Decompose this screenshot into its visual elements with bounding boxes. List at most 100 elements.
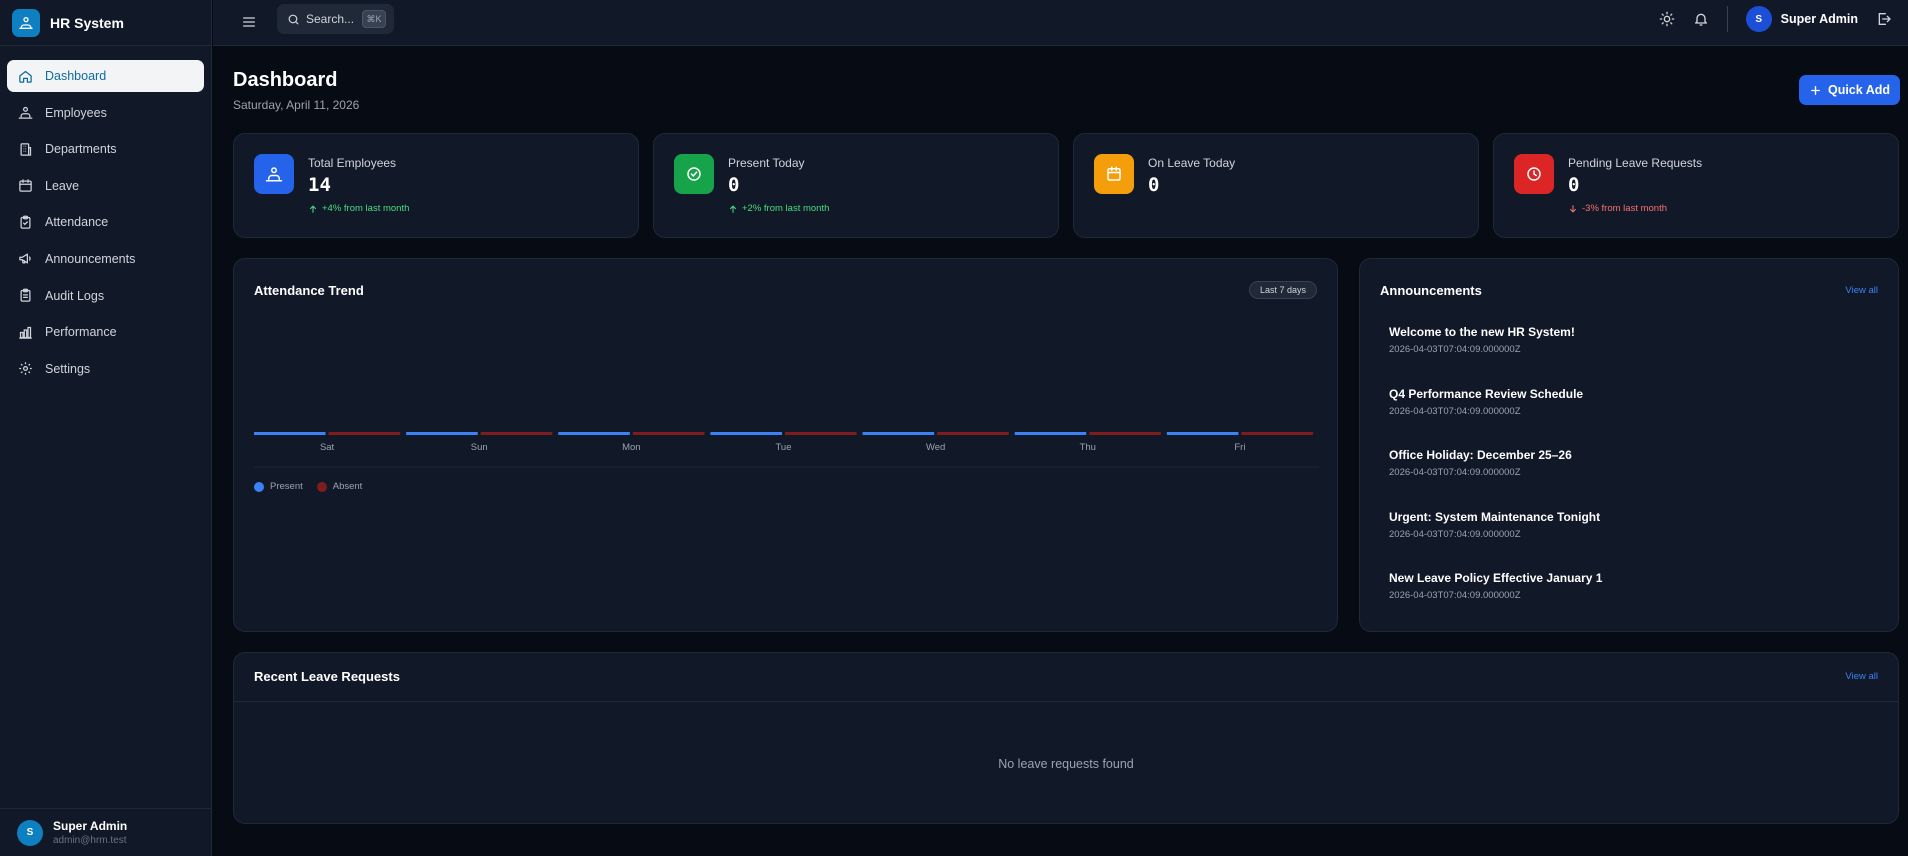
announcement-item[interactable]: New Leave Policy Effective January 1 202… xyxy=(1389,571,1602,633)
avatar: S xyxy=(1745,6,1772,32)
stat-value: 0 xyxy=(728,174,740,196)
bar-present-mon xyxy=(558,432,630,435)
sidebar-item-leave[interactable]: Leave xyxy=(7,170,204,202)
user-menu[interactable]: S Super Admin xyxy=(1745,6,1858,32)
announcement-date: 2026-04-03T07:04:09.000000Z xyxy=(1389,344,1521,355)
announcement-title: Office Holiday: December 25–26 xyxy=(1389,448,1572,462)
home-icon xyxy=(19,70,32,83)
announcement-date: 2026-04-03T07:04:09.000000Z xyxy=(1389,467,1521,478)
bar-absent-tue xyxy=(785,432,857,435)
bar-absent-fri xyxy=(1241,432,1313,435)
empty-state: No leave requests found xyxy=(998,757,1134,771)
x-tick-label: Tue xyxy=(775,442,791,453)
sidebar-item-label: Settings xyxy=(45,361,91,376)
stat-trend: +4% from last month xyxy=(308,203,409,214)
legend-label: Present xyxy=(270,481,303,492)
announcement-item[interactable]: Welcome to the new HR System! 2026-04-03… xyxy=(1389,325,1602,387)
topbar: Search... ⌘K S Super Admin xyxy=(213,0,1908,46)
sidebar-item-label: Performance xyxy=(45,325,117,340)
chart-legend: Present Absent xyxy=(254,481,362,492)
building-icon xyxy=(20,142,32,156)
search-label: Search... xyxy=(306,12,355,26)
view-all-link[interactable]: View all xyxy=(1845,671,1878,682)
sidebar-item-audit-logs[interactable]: Audit Logs xyxy=(7,280,204,312)
sidebar-item-label: Attendance xyxy=(45,215,109,230)
calendar-icon xyxy=(19,179,32,193)
legend-swatch xyxy=(254,481,264,492)
announcement-item[interactable]: Q4 Performance Review Schedule 2026-04-0… xyxy=(1389,387,1602,449)
brand[interactable]: HR System xyxy=(0,0,211,46)
sidebar-item-employees[interactable]: Employees xyxy=(7,97,204,129)
bar-present-sat xyxy=(254,432,326,435)
bar-present-thu xyxy=(1014,432,1087,435)
stat-trend-text: -3% from last month xyxy=(1582,203,1667,214)
x-tick-label: Thu xyxy=(1080,442,1096,453)
stat-card-on-leave-today: On Leave Today 0 xyxy=(1073,133,1479,238)
sidebar-item-label: Leave xyxy=(45,178,80,193)
view-all-link[interactable]: View all xyxy=(1845,285,1878,296)
menu-icon[interactable] xyxy=(241,14,257,30)
stat-trend: -3% from last month xyxy=(1568,203,1667,214)
bar-absent-wed xyxy=(937,432,1009,435)
stat-trend: +2% from last month xyxy=(728,203,829,214)
logout-icon[interactable] xyxy=(1876,11,1892,27)
sidebar-item-attendance[interactable]: Attendance xyxy=(7,206,204,238)
bell-icon[interactable] xyxy=(1693,11,1709,27)
announcement-title: Urgent: System Maintenance Tonight xyxy=(1389,509,1601,524)
search-button[interactable]: Search... ⌘K xyxy=(277,4,394,34)
stat-value: 0 xyxy=(1568,174,1580,196)
sidebar: HR System Dashboard Employees Department… xyxy=(0,0,212,856)
sidebar-user[interactable]: S Super Admin admin@hrm.test xyxy=(0,808,212,856)
announcement-date: 2026-04-03T07:04:09.000000Z xyxy=(1389,528,1521,540)
announcement-item[interactable]: Urgent: System Maintenance Tonight 2026-… xyxy=(1389,510,1602,572)
announcement-date: 2026-04-03T07:04:09.000000Z xyxy=(1389,590,1521,601)
sidebar-item-settings[interactable]: Settings xyxy=(7,353,204,385)
stat-trend-text: +4% from last month xyxy=(322,203,410,214)
announcements-title: Announcements xyxy=(1380,283,1482,298)
divider xyxy=(1726,6,1728,32)
clipboard-list-icon xyxy=(20,288,31,302)
bar-absent-mon xyxy=(632,432,705,435)
users-icon xyxy=(12,8,40,37)
announcement-date: 2026-04-03T07:04:09.000000Z xyxy=(1389,405,1521,417)
bar-present-fri xyxy=(1166,432,1239,435)
announcement-title: Welcome to the new HR System! xyxy=(1389,325,1575,339)
attendance-chart: Sat Sun Mon Tue Wed Thu Fri xyxy=(254,432,1319,468)
bar-present-wed xyxy=(862,432,935,435)
sidebar-item-departments[interactable]: Departments xyxy=(7,133,204,165)
legend-present: Present xyxy=(254,481,303,492)
stat-label: Present Today xyxy=(728,156,805,170)
clipboard-check-icon xyxy=(20,215,31,229)
quick-add-button[interactable]: Quick Add xyxy=(1799,75,1900,105)
gear-icon xyxy=(19,362,32,375)
sidebar-item-dashboard[interactable]: Dashboard xyxy=(7,60,204,92)
user-name: Super Admin xyxy=(53,819,128,833)
calendar-icon xyxy=(1094,154,1134,194)
stat-label: Total Employees xyxy=(308,156,397,170)
sidebar-item-label: Audit Logs xyxy=(45,288,105,303)
sidebar-item-announcements[interactable]: Announcements xyxy=(7,243,204,275)
recent-leave-requests-card: Recent Leave Requests View all No leave … xyxy=(233,652,1899,824)
attendance-trend-card: Attendance Trend Last 7 days Sat Sun Mon Tu… xyxy=(233,258,1338,632)
bar-absent-sun xyxy=(480,432,553,435)
announcement-item[interactable]: Office Holiday: December 25–26 2026-04-0… xyxy=(1389,448,1602,510)
page-title: Dashboard xyxy=(233,69,338,91)
stat-label: On Leave Today xyxy=(1148,156,1236,170)
x-tick-label: Fri xyxy=(1234,442,1245,453)
plus-icon xyxy=(1811,85,1820,95)
stat-card-total-employees: Total Employees 14 +4% from last month xyxy=(233,133,639,238)
sidebar-item-performance[interactable]: Performance xyxy=(7,316,204,348)
sidebar-item-label: Employees xyxy=(45,105,107,120)
bar-present-tue xyxy=(710,432,782,435)
x-tick-label: Sat xyxy=(320,442,335,453)
sun-icon[interactable] xyxy=(1659,11,1675,27)
announcements-card: Announcements View all Welcome to the ne… xyxy=(1359,258,1899,632)
megaphone-icon xyxy=(19,253,31,264)
leave-requests-title: Recent Leave Requests xyxy=(254,669,400,684)
bar-chart-icon xyxy=(19,326,32,339)
sidebar-item-label: Departments xyxy=(45,142,117,157)
stat-value: 0 xyxy=(1148,174,1160,196)
stat-label: Pending Leave Requests xyxy=(1568,156,1703,170)
bar-absent-sat xyxy=(328,432,401,435)
search-shortcut: ⌘K xyxy=(362,10,387,28)
